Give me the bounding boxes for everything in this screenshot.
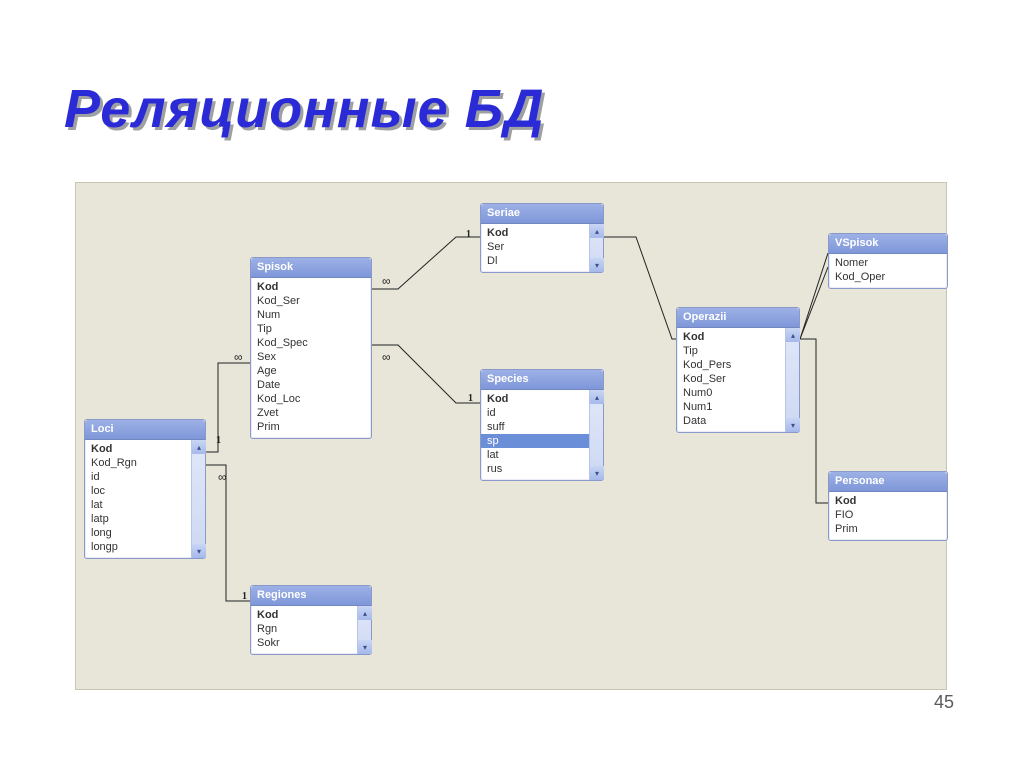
table-spisok[interactable]: SpisokKodKod_SerNumTipKod_SpecSexAgeDate… <box>250 257 372 439</box>
scroll-up-icon[interactable]: ▴ <box>786 328 800 342</box>
field-item[interactable]: latp <box>85 512 191 526</box>
scroll-down-icon[interactable]: ▾ <box>358 640 372 654</box>
cardinality-many-icon: ∞ <box>382 350 391 364</box>
scroll-down-icon[interactable]: ▾ <box>590 258 604 272</box>
relationship-line <box>604 237 676 339</box>
field-item[interactable]: FIO <box>829 508 947 522</box>
field-item[interactable]: sp <box>481 434 589 448</box>
field-item[interactable]: suff <box>481 420 589 434</box>
table-seriae[interactable]: SeriaeKodSerDl▴▾ <box>480 203 604 273</box>
table-species[interactable]: SpeciesKodidsuffsplatrus▴▾ <box>480 369 604 481</box>
cardinality-many-icon: ∞ <box>218 470 227 484</box>
relationship-line <box>800 253 828 339</box>
field-item[interactable]: Dl <box>481 254 589 268</box>
field-item[interactable]: Sokr <box>251 636 357 650</box>
table-title[interactable]: Operazii <box>677 308 799 328</box>
cardinality-many-icon: ∞ <box>234 350 243 364</box>
table-title[interactable]: Regiones <box>251 586 371 606</box>
field-item[interactable]: Ser <box>481 240 589 254</box>
field-list: KodKod_Rgnidloclatlatplonglongp <box>85 440 191 558</box>
field-item[interactable]: rus <box>481 462 589 476</box>
field-item[interactable]: Kod <box>829 494 947 508</box>
field-item[interactable]: lat <box>85 498 191 512</box>
cardinality-one-label: 1 <box>466 229 471 240</box>
field-item[interactable]: Prim <box>251 420 371 434</box>
field-item[interactable]: Kod_Loc <box>251 392 371 406</box>
field-item[interactable]: Kod_Oper <box>829 270 947 284</box>
field-item[interactable]: Nomer <box>829 256 947 270</box>
scrollbar[interactable]: ▴▾ <box>589 390 603 480</box>
field-item[interactable]: Kod <box>481 392 589 406</box>
field-item[interactable]: Zvet <box>251 406 371 420</box>
table-title[interactable]: Seriae <box>481 204 603 224</box>
scroll-up-icon[interactable]: ▴ <box>358 606 372 620</box>
table-vspisok[interactable]: VSpisokNomerKod_Oper <box>828 233 948 289</box>
cardinality-one-label: 1 <box>216 435 221 446</box>
scroll-down-icon[interactable]: ▾ <box>786 418 800 432</box>
field-list: Kodidsuffsplatrus <box>481 390 589 480</box>
scrollbar[interactable]: ▴▾ <box>191 440 205 558</box>
relationship-line <box>800 267 828 339</box>
table-loci[interactable]: LociKodKod_Rgnidloclatlatplonglongp▴▾ <box>84 419 206 559</box>
table-title[interactable]: Personae <box>829 472 947 492</box>
field-item[interactable]: Num0 <box>677 386 785 400</box>
field-item[interactable]: lat <box>481 448 589 462</box>
cardinality-one-label: 1 <box>468 393 473 404</box>
field-item[interactable]: Kod <box>677 330 785 344</box>
page-number: 45 <box>934 692 954 713</box>
field-item[interactable]: Tip <box>677 344 785 358</box>
table-title[interactable]: Spisok <box>251 258 371 278</box>
scroll-up-icon[interactable]: ▴ <box>192 440 206 454</box>
scroll-up-icon[interactable]: ▴ <box>590 390 604 404</box>
table-operazii[interactable]: OperaziiKodTipKod_PersKod_SerNum0Num1Dat… <box>676 307 800 433</box>
table-title[interactable]: VSpisok <box>829 234 947 254</box>
field-item[interactable]: Kod_Ser <box>251 294 371 308</box>
field-item[interactable]: id <box>85 470 191 484</box>
table-personae[interactable]: PersonaeKodFIOPrim <box>828 471 948 541</box>
field-list: KodRgnSokr <box>251 606 357 654</box>
scroll-down-icon[interactable]: ▾ <box>192 544 206 558</box>
field-item[interactable]: loc <box>85 484 191 498</box>
field-item[interactable]: long <box>85 526 191 540</box>
field-item[interactable]: Num <box>251 308 371 322</box>
field-list: KodSerDl <box>481 224 589 272</box>
slide-title: Реляционные БД <box>64 78 545 140</box>
table-title[interactable]: Loci <box>85 420 205 440</box>
field-item[interactable]: Kod_Spec <box>251 336 371 350</box>
field-item[interactable]: Kod <box>481 226 589 240</box>
field-item[interactable]: Rgn <box>251 622 357 636</box>
field-list: NomerKod_Oper <box>829 254 947 288</box>
field-item[interactable]: Kod_Rgn <box>85 456 191 470</box>
relationship-line <box>206 363 250 452</box>
field-item[interactable]: Kod_Pers <box>677 358 785 372</box>
scroll-down-icon[interactable]: ▾ <box>590 466 604 480</box>
field-list: KodTipKod_PersKod_SerNum0Num1Data <box>677 328 785 432</box>
scrollbar[interactable]: ▴▾ <box>589 224 603 272</box>
relationship-line <box>800 339 828 503</box>
field-item[interactable]: Prim <box>829 522 947 536</box>
field-list: KodKod_SerNumTipKod_SpecSexAgeDateKod_Lo… <box>251 278 371 438</box>
table-title[interactable]: Species <box>481 370 603 390</box>
field-item[interactable]: id <box>481 406 589 420</box>
field-item[interactable]: Kod <box>251 280 371 294</box>
scrollbar[interactable]: ▴▾ <box>357 606 371 654</box>
er-diagram-canvas: 1∞∞1∞1∞1 LociKodKod_Rgnidloclatlatplongl… <box>75 182 947 690</box>
field-list: KodFIOPrim <box>829 492 947 540</box>
field-item[interactable]: Tip <box>251 322 371 336</box>
field-item[interactable]: Num1 <box>677 400 785 414</box>
field-item[interactable]: Age <box>251 364 371 378</box>
scrollbar[interactable]: ▴▾ <box>785 328 799 432</box>
scroll-up-icon[interactable]: ▴ <box>590 224 604 238</box>
field-item[interactable]: longp <box>85 540 191 554</box>
field-item[interactable]: Date <box>251 378 371 392</box>
table-regiones[interactable]: RegionesKodRgnSokr▴▾ <box>250 585 372 655</box>
field-item[interactable]: Kod_Ser <box>677 372 785 386</box>
field-item[interactable]: Sex <box>251 350 371 364</box>
relationship-line <box>206 465 250 601</box>
field-item[interactable]: Kod <box>251 608 357 622</box>
field-item[interactable]: Kod <box>85 442 191 456</box>
cardinality-many-icon: ∞ <box>382 274 391 288</box>
cardinality-one-label: 1 <box>242 591 247 602</box>
field-item[interactable]: Data <box>677 414 785 428</box>
